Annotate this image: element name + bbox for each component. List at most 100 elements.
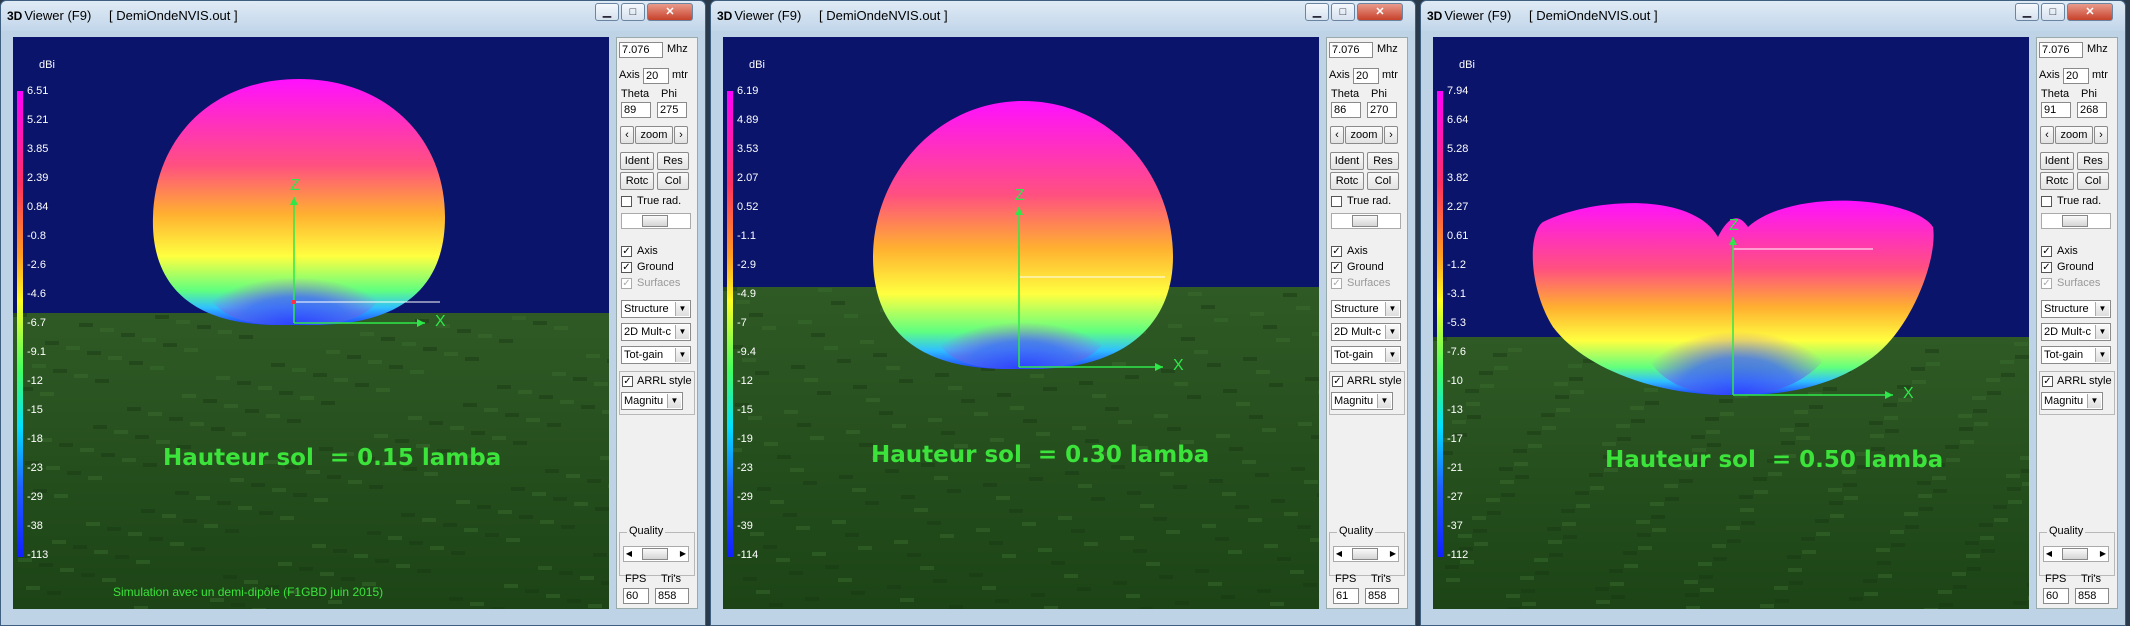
slider-thumb[interactable]	[1352, 548, 1378, 560]
structure-select[interactable]: Structure ▼	[621, 300, 691, 318]
plot-mode-select[interactable]: 2D Mult-c ▼	[1331, 323, 1401, 341]
close-button[interactable]: ✕	[1357, 3, 1403, 21]
true-rad-checkbox[interactable]	[1331, 196, 1342, 207]
magnitude-select[interactable]: Magnitu ▼	[2041, 392, 2103, 410]
frequency-field[interactable]: 7.076	[2039, 42, 2083, 58]
quality-slider[interactable]: ◀ ▶	[2043, 546, 2109, 562]
phi-field[interactable]: 268	[2077, 102, 2107, 118]
ident-button[interactable]: Ident	[620, 152, 654, 170]
arrl-style-checkbox[interactable]: ✓	[1332, 376, 1343, 387]
col-button[interactable]: Col	[2077, 172, 2109, 190]
dropdown-arrow-icon: ▼	[2095, 302, 2109, 316]
ground-checkbox[interactable]: ✓	[621, 262, 632, 273]
plot-mode-select[interactable]: 2D Mult-c ▼	[621, 323, 691, 341]
true-rad-slider[interactable]	[1331, 213, 1401, 229]
minimize-button[interactable]: ▁	[1305, 3, 1329, 21]
maximize-button[interactable]: □	[2041, 3, 2065, 21]
rotc-button[interactable]: Rotc	[2040, 172, 2074, 190]
theta-field[interactable]: 86	[1331, 102, 1361, 118]
minimize-button[interactable]: ▁	[595, 3, 619, 21]
true-rad-checkbox[interactable]	[2041, 196, 2052, 207]
surfaces-checkbox[interactable]: ✓	[621, 278, 632, 289]
structure-select[interactable]: Structure ▼	[2041, 300, 2111, 318]
quality-slider[interactable]: ◀ ▶	[623, 546, 689, 562]
true-rad-slider[interactable]	[621, 213, 691, 229]
res-button[interactable]: Res	[657, 152, 689, 170]
3d-viewport[interactable]: dBi 6.51 5.21 3.85 2.39 0.84 -0.8 -2.6 -4.6 -6.7 -…	[13, 37, 609, 609]
arrl-style-checkbox[interactable]: ✓	[2042, 376, 2053, 387]
axis-checkbox[interactable]: ✓	[1331, 246, 1342, 257]
rotc-button[interactable]: Rotc	[620, 172, 654, 190]
theta-field[interactable]: 91	[2041, 102, 2071, 118]
ident-button[interactable]: Ident	[2040, 152, 2074, 170]
plot-mode-select[interactable]: 2D Mult-c ▼	[2041, 323, 2111, 341]
tris-label: Tri's	[661, 573, 682, 585]
frequency-field[interactable]: 7.076	[619, 42, 663, 58]
true-rad-slider[interactable]	[2041, 213, 2111, 229]
phi-field[interactable]: 275	[657, 102, 687, 118]
minimize-button[interactable]: ▁	[2015, 3, 2039, 21]
ground-checkbox[interactable]: ✓	[1331, 262, 1342, 273]
ident-button[interactable]: Ident	[1330, 152, 1364, 170]
control-panel: 7.076 Mhz Axis 20 mtr Theta Phi 91 268 ‹ zoom › Iden…	[2036, 37, 2118, 609]
slider-right-arrow-icon[interactable]: ▶	[678, 547, 688, 561]
pattern-caption: Hauteur sol = 0.30 lamba	[871, 442, 1210, 468]
axis-size-field[interactable]: 20	[2063, 68, 2089, 84]
slider-right-arrow-icon[interactable]: ▶	[1388, 547, 1398, 561]
magnitude-select[interactable]: Magnitu ▼	[621, 392, 683, 410]
frequency-field[interactable]: 7.076	[1329, 42, 1373, 58]
gain-select-value: Tot-gain	[1334, 349, 1374, 361]
col-button[interactable]: Col	[657, 172, 689, 190]
zoom-out-button[interactable]: ‹	[1330, 126, 1344, 144]
maximize-button[interactable]: □	[621, 3, 645, 21]
control-panel: 7.076 Mhz Axis 20 mtr Theta Phi 89 275 ‹ zoom › Iden…	[616, 37, 698, 609]
quality-slider[interactable]: ◀ ▶	[1333, 546, 1399, 562]
axis-size-field[interactable]: 20	[643, 68, 669, 84]
axis-size-field[interactable]: 20	[1353, 68, 1379, 84]
close-button[interactable]: ✕	[647, 3, 693, 21]
rotc-button[interactable]: Rotc	[1330, 172, 1364, 190]
res-button[interactable]: Res	[2077, 152, 2109, 170]
slider-thumb[interactable]	[2062, 548, 2088, 560]
scale-tick-label: -15	[737, 404, 753, 416]
axis-label: Axis	[619, 69, 640, 81]
true-rad-checkbox[interactable]	[621, 196, 632, 207]
surfaces-checkbox[interactable]: ✓	[2041, 278, 2052, 289]
col-button[interactable]: Col	[1367, 172, 1399, 190]
gain-select[interactable]: Tot-gain ▼	[2041, 346, 2111, 364]
magnitude-select[interactable]: Magnitu ▼	[1331, 392, 1393, 410]
3d-viewport[interactable]: dBi 7.94 6.64 5.28 3.82 2.27 0.61 -1.2 -3.1 -5.3 -…	[1433, 37, 2029, 609]
slider-left-arrow-icon[interactable]: ◀	[1334, 547, 1344, 561]
maximize-button[interactable]: □	[1331, 3, 1355, 21]
zoom-in-button[interactable]: ›	[2094, 126, 2108, 144]
ground-checkbox[interactable]: ✓	[2041, 262, 2052, 273]
dropdown-arrow-icon: ▼	[1385, 348, 1399, 362]
3d-viewport[interactable]: dBi 6.19 4.89 3.53 2.07 0.52 -1.1 -2.9 -4.9 -7 -9.…	[723, 37, 1319, 609]
fps-label: FPS	[2045, 573, 2067, 585]
zoom-label: zoom	[1345, 126, 1383, 144]
arrl-style-checkbox[interactable]: ✓	[622, 376, 633, 387]
surfaces-checkbox-label: Surfaces	[2057, 277, 2101, 289]
gain-select[interactable]: Tot-gain ▼	[621, 346, 691, 364]
zoom-in-button[interactable]: ›	[1384, 126, 1398, 144]
axis-checkbox[interactable]: ✓	[2041, 246, 2052, 257]
close-button[interactable]: ✕	[2067, 3, 2113, 21]
slider-right-arrow-icon[interactable]: ▶	[2098, 547, 2108, 561]
theta-field[interactable]: 89	[621, 102, 651, 118]
zoom-out-button[interactable]: ‹	[620, 126, 634, 144]
zoom-out-button[interactable]: ‹	[2040, 126, 2054, 144]
slider-thumb[interactable]	[1352, 215, 1378, 227]
structure-select[interactable]: Structure ▼	[1331, 300, 1401, 318]
axis-checkbox[interactable]: ✓	[621, 246, 632, 257]
zoom-in-button[interactable]: ›	[674, 126, 688, 144]
slider-left-arrow-icon[interactable]: ◀	[624, 547, 634, 561]
gain-select[interactable]: Tot-gain ▼	[1331, 346, 1401, 364]
slider-thumb[interactable]	[642, 215, 668, 227]
slider-left-arrow-icon[interactable]: ◀	[2044, 547, 2054, 561]
slider-thumb[interactable]	[2062, 215, 2088, 227]
phi-field[interactable]: 270	[1367, 102, 1397, 118]
surfaces-checkbox[interactable]: ✓	[1331, 278, 1342, 289]
res-button[interactable]: Res	[1367, 152, 1399, 170]
slider-thumb[interactable]	[642, 548, 668, 560]
scale-tick-label: -27	[1447, 491, 1463, 503]
